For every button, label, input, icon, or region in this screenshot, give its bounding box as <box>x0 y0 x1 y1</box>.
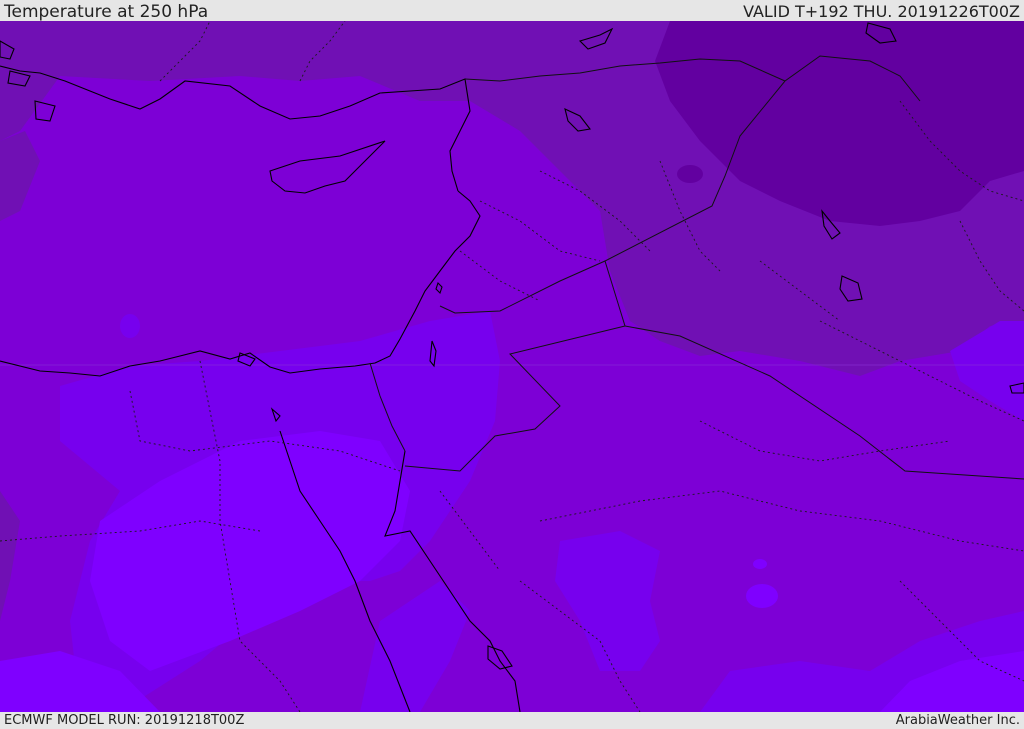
credit-label: ArabiaWeather Inc. <box>895 713 1020 728</box>
field-blob-4 <box>753 559 767 569</box>
map-panel[interactable] <box>0 21 1024 712</box>
field-blob-3 <box>677 165 703 183</box>
valid-time: VALID T+192 THU. 20191226T00Z <box>743 2 1020 21</box>
map-title: Temperature at 250 hPa <box>4 2 209 22</box>
footer-bar: ECMWF MODEL RUN: 20191218T00Z ArabiaWeat… <box>0 712 1024 729</box>
model-run-label: ECMWF MODEL RUN: 20191218T00Z <box>4 713 245 728</box>
header-bar: Temperature at 250 hPa VALID T+192 THU. … <box>0 0 1024 21</box>
field-blob-2 <box>746 584 778 608</box>
field-blob-1 <box>120 314 140 338</box>
temperature-map <box>0 21 1024 712</box>
